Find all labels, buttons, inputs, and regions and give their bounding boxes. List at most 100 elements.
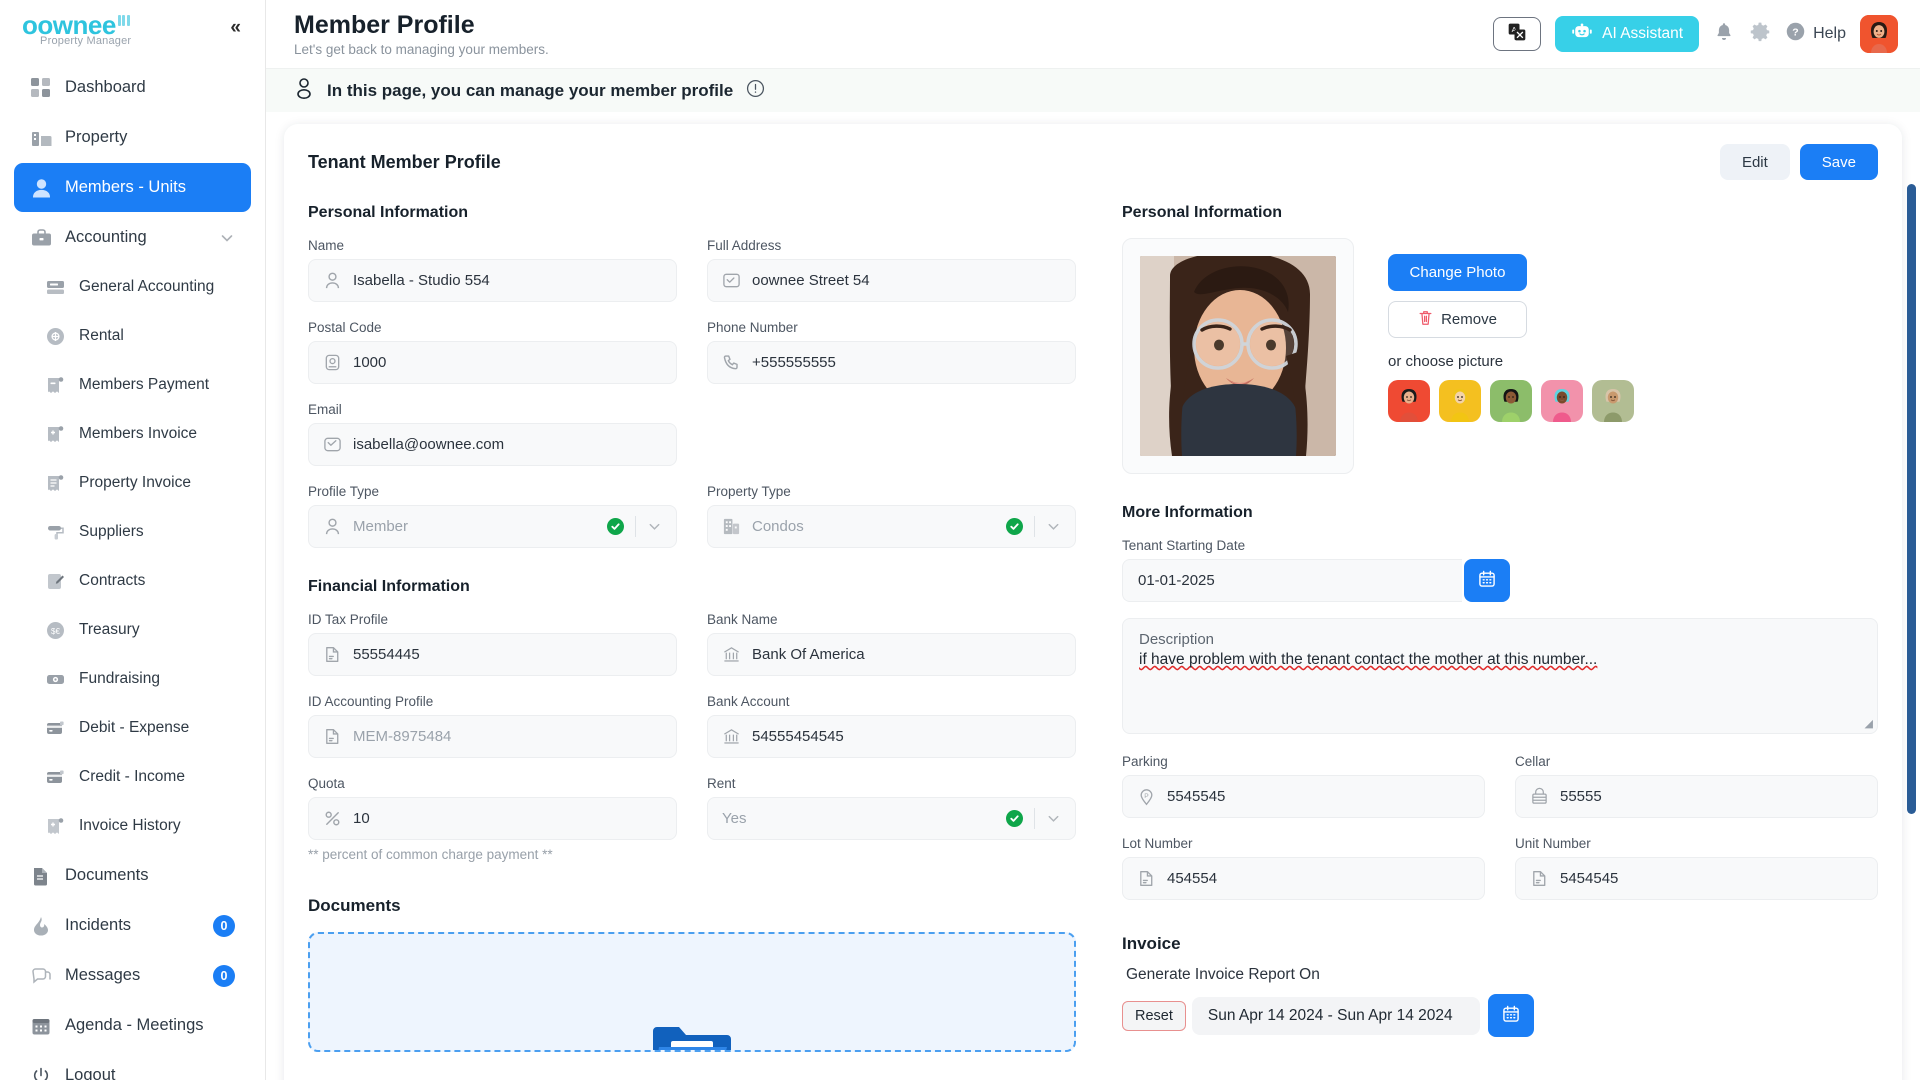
- input-cellar[interactable]: 55555: [1515, 775, 1878, 818]
- sidebar-item-fundraising[interactable]: Fundraising: [14, 655, 251, 703]
- field-label: Property Type: [707, 484, 791, 499]
- tenant-date-calendar-button[interactable]: [1464, 559, 1510, 602]
- input-unit-number[interactable]: 5454545: [1515, 857, 1878, 900]
- avatar-pink[interactable]: [1541, 380, 1583, 422]
- resize-grip-icon[interactable]: ◢: [1865, 717, 1873, 730]
- change-photo-button[interactable]: Change Photo: [1388, 254, 1527, 291]
- input-name[interactable]: Isabella - Studio 554: [308, 259, 677, 302]
- sidebar-item-property-invoice[interactable]: Property Invoice: [14, 459, 251, 507]
- sidebar-item-credit-income[interactable]: Credit - Income: [14, 753, 251, 801]
- card-header: Tenant Member Profile Edit Save: [308, 144, 1878, 180]
- input-profile-type[interactable]: Member: [308, 505, 677, 548]
- field-quota: Quota 10: [308, 776, 677, 840]
- edit-button[interactable]: Edit: [1719, 144, 1790, 180]
- input-phone-number[interactable]: +555555555: [707, 341, 1076, 384]
- sidebar-item-label: Property Invoice: [79, 474, 191, 491]
- input-parking[interactable]: P 5545545: [1122, 775, 1485, 818]
- save-button[interactable]: Save: [1799, 144, 1878, 180]
- input-bank-name[interactable]: Bank Of America: [707, 633, 1076, 676]
- card-title: Tenant Member Profile: [308, 151, 501, 172]
- sidebar-item-label: Credit - Income: [79, 768, 185, 785]
- ai-assistant-button[interactable]: AI Assistant: [1555, 16, 1700, 52]
- input-id-accounting-profile[interactable]: MEM-8975484: [308, 715, 677, 758]
- documents-dropzone[interactable]: [308, 932, 1076, 1052]
- avatar-red[interactable]: [1388, 380, 1430, 422]
- chevron-down-icon[interactable]: [219, 230, 235, 246]
- input-email[interactable]: isabella@oownee.com: [308, 423, 677, 466]
- content-scroll-area: Tenant Member Profile Edit Save Personal…: [266, 112, 1920, 1080]
- sidebar-item-general-accounting[interactable]: General Accounting: [14, 263, 251, 311]
- avatar-green[interactable]: [1490, 380, 1532, 422]
- sidebar-collapse-icon[interactable]: «: [224, 12, 247, 43]
- field-label: Rent: [707, 776, 736, 791]
- field-value: oownee Street 54: [752, 272, 870, 289]
- settings-button[interactable]: [1749, 21, 1771, 48]
- scrollbar-thumb[interactable]: [1907, 184, 1916, 814]
- field-value: 54555454545: [752, 728, 844, 745]
- sidebar-item-suppliers[interactable]: Suppliers: [14, 508, 251, 556]
- currency-icon: $€: [44, 619, 66, 641]
- translate-button[interactable]: A: [1493, 17, 1542, 51]
- bank-icon: [722, 645, 741, 664]
- sidebar-item-members-payment[interactable]: Members Payment: [14, 361, 251, 409]
- contract-edit-icon: [44, 570, 66, 592]
- avatar-yellow[interactable]: [1439, 380, 1481, 422]
- input-property-type[interactable]: Condos: [707, 505, 1076, 548]
- avatar-olive[interactable]: [1592, 380, 1634, 422]
- field-value: Yes: [722, 810, 747, 827]
- sidebar-item-debit-expense[interactable]: Debit - Expense: [14, 704, 251, 752]
- sidebar-item-contracts[interactable]: Contracts: [14, 557, 251, 605]
- input-postal-code[interactable]: 1000: [308, 341, 677, 384]
- avatar[interactable]: [1860, 15, 1898, 53]
- sidebar-item-agenda-meetings[interactable]: Agenda - Meetings: [14, 1001, 251, 1050]
- field-label: Postal Code: [308, 320, 382, 335]
- sidebar-item-documents[interactable]: Documents: [14, 851, 251, 900]
- personal-fields-grid: Name Isabella - Studio 554 Full Address oow…: [308, 238, 1076, 466]
- sidebar-item-invoice-history[interactable]: Invoice History: [14, 802, 251, 850]
- verified-check-icon: [1006, 518, 1023, 535]
- field-label: Quota: [308, 776, 345, 791]
- sidebar-item-messages[interactable]: Messages 0: [14, 951, 251, 1000]
- field-label: Phone Number: [707, 320, 798, 335]
- input-lot-number[interactable]: 454554: [1122, 857, 1485, 900]
- input-rent[interactable]: Yes: [707, 797, 1076, 840]
- field-id-tax-profile: ID Tax Profile 55554445: [308, 612, 677, 676]
- sidebar: oownee Property Manager « Dashboard Prope…: [0, 0, 266, 1080]
- sidebar-item-property[interactable]: Property: [14, 113, 251, 162]
- chevron-down-icon[interactable]: [647, 519, 662, 534]
- tenant-date-input[interactable]: 01-01-2025: [1122, 559, 1462, 602]
- brand-logo[interactable]: oownee Property Manager: [22, 12, 131, 47]
- reset-button[interactable]: Reset: [1122, 1000, 1186, 1031]
- chevron-down-icon[interactable]: [1046, 811, 1061, 826]
- sidebar-item-accounting[interactable]: Accounting: [14, 213, 251, 262]
- input-full-address[interactable]: oownee Street 54: [707, 259, 1076, 302]
- remove-photo-button[interactable]: Remove: [1388, 301, 1527, 338]
- sidebar-item-incidents[interactable]: Incidents 0: [14, 901, 251, 950]
- info-circle-icon[interactable]: [746, 79, 765, 103]
- sidebar-item-dashboard[interactable]: Dashboard: [14, 63, 251, 112]
- roller-icon: [44, 521, 66, 543]
- sidebar-item-members-invoice[interactable]: Members Invoice: [14, 410, 251, 458]
- person-icon: [323, 271, 342, 290]
- sidebar-item-rental[interactable]: Rental: [14, 312, 251, 360]
- sidebar-item-members-units[interactable]: Members - Units: [14, 163, 251, 212]
- input-id-tax-profile[interactable]: 55554445: [308, 633, 677, 676]
- invoice-calendar-button[interactable]: [1487, 994, 1534, 1037]
- sidebar-item-treasury[interactable]: $€ Treasury: [14, 606, 251, 654]
- input-bank-account[interactable]: 54555454545: [707, 715, 1076, 758]
- field-bank-name: Bank Name Bank Of America: [707, 612, 1076, 676]
- field-label: Cellar: [1515, 754, 1551, 769]
- sidebar-item-logout[interactable]: Logout: [14, 1051, 251, 1080]
- chevron-down-icon[interactable]: [1046, 519, 1061, 534]
- input-quota[interactable]: 10: [308, 797, 677, 840]
- briefcase-icon: [30, 227, 52, 249]
- description-textarea[interactable]: Description if have problem with the ten…: [1122, 618, 1878, 734]
- svg-text:$€: $€: [51, 627, 60, 636]
- invoice-subtitle: Generate Invoice Report On: [1126, 966, 1320, 983]
- sidebar-item-label: General Accounting: [79, 278, 215, 295]
- notifications-button[interactable]: [1713, 21, 1735, 48]
- invoice-date-range-input[interactable]: Sun Apr 14 2024 - Sun Apr 14 2024: [1191, 996, 1480, 1035]
- verified-check-icon: [607, 518, 624, 535]
- help-button[interactable]: ? Help: [1785, 21, 1846, 47]
- sidebar-badge: 0: [213, 914, 235, 937]
